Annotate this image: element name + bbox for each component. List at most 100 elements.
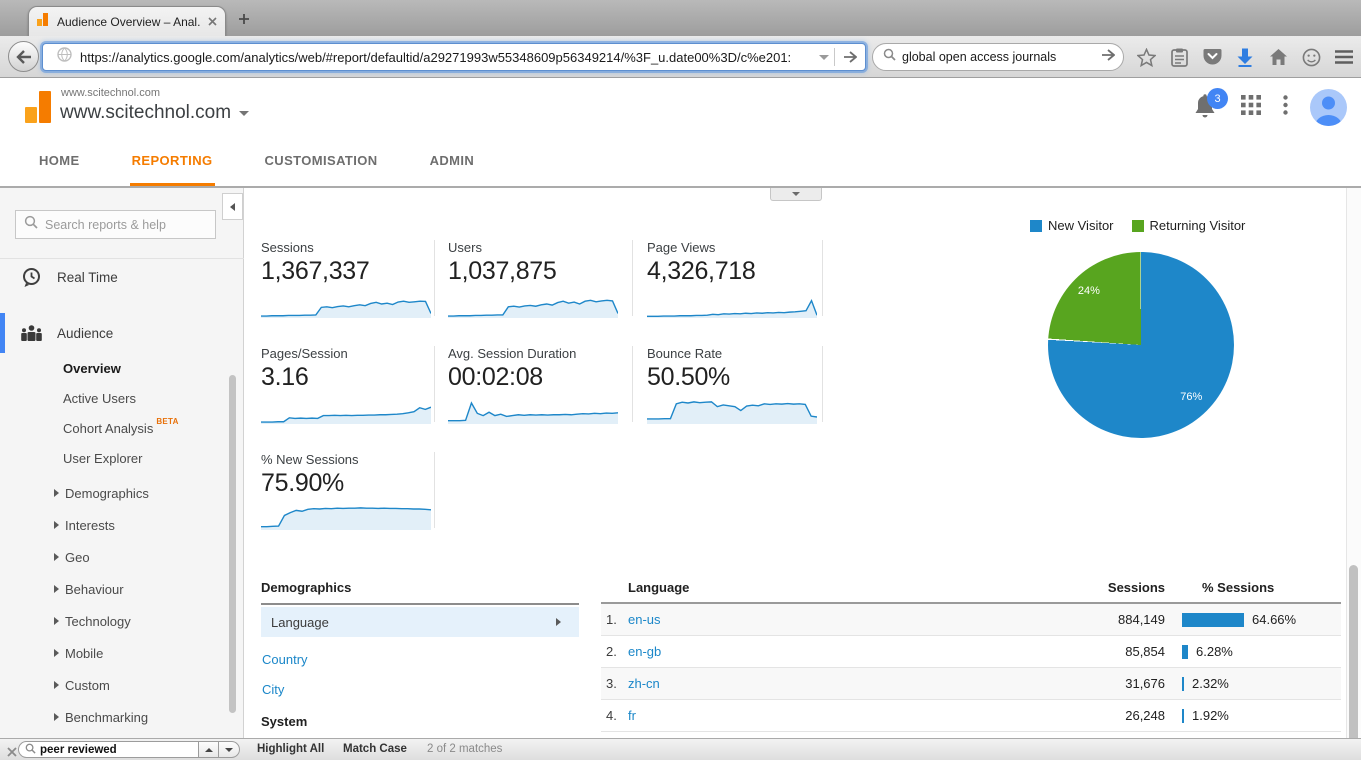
metric-card-bounce-rate[interactable]: Bounce Rate 50.50% bbox=[633, 346, 823, 424]
language-link[interactable]: zh-cn bbox=[628, 676, 1012, 691]
url-input[interactable] bbox=[80, 49, 814, 65]
notifications-button[interactable]: 3 bbox=[1193, 88, 1228, 120]
table-row[interactable]: 4. fr 26,248 1.92% bbox=[601, 700, 1341, 732]
home-icon[interactable] bbox=[1267, 46, 1289, 68]
legend-item-returning-visitor[interactable]: Returning Visitor bbox=[1131, 218, 1246, 233]
highlight-all-button[interactable]: Highlight All bbox=[257, 743, 324, 755]
account-path: www.scitechnol.com bbox=[61, 87, 161, 99]
language-link[interactable]: fr bbox=[628, 708, 1012, 723]
metric-cards: Sessions 1,367,337 Users 1,037,875 Page View… bbox=[261, 240, 823, 558]
metric-value: 1,367,337 bbox=[261, 257, 370, 285]
visitor-type-pie-chart[interactable]: 76% 24% bbox=[1048, 252, 1234, 438]
legend-label: Returning Visitor bbox=[1149, 218, 1246, 233]
col-language[interactable]: Language bbox=[601, 580, 985, 602]
sidebar-item-behaviour[interactable]: Behaviour bbox=[54, 573, 149, 605]
findbar-search-field[interactable] bbox=[18, 741, 198, 758]
metric-card-pages-session[interactable]: Pages/Session 3.16 bbox=[261, 346, 435, 424]
pocket-icon[interactable] bbox=[1201, 46, 1223, 68]
sidebar-item-cohort-analysis[interactable]: Cohort Analysis BETA bbox=[63, 413, 179, 443]
pie-slice-label-new-visitor: 76% bbox=[1180, 391, 1203, 404]
sidebar-item-audience[interactable]: Audience bbox=[0, 313, 243, 353]
findbar-input[interactable] bbox=[40, 743, 170, 756]
match-case-button[interactable]: Match Case bbox=[343, 743, 407, 755]
window-scrollbar-track[interactable] bbox=[1346, 188, 1361, 760]
legend-swatch bbox=[1131, 219, 1144, 232]
language-link[interactable]: en-us bbox=[628, 612, 1012, 627]
sidebar-item-mobile[interactable]: Mobile bbox=[54, 637, 149, 669]
nav-tab-reporting[interactable]: REPORTING bbox=[129, 137, 215, 186]
metric-row: % New Sessions 75.90% bbox=[261, 452, 823, 530]
property-name: www.scitechnol.com bbox=[60, 102, 232, 123]
metric-card-users[interactable]: Users 1,037,875 bbox=[435, 240, 633, 318]
chart-collapse-tab[interactable] bbox=[770, 188, 822, 201]
search-go-icon[interactable] bbox=[1101, 48, 1116, 66]
language-link[interactable]: en-gb bbox=[628, 644, 1012, 659]
sidebar-item-benchmarking[interactable]: Benchmarking bbox=[54, 701, 149, 733]
nav-tab-customisation[interactable]: CUSTOMISATION bbox=[263, 137, 380, 186]
sidebar-item-active-users[interactable]: Active Users bbox=[63, 383, 179, 413]
metric-card-page-views[interactable]: Page Views 4,326,718 bbox=[633, 240, 823, 318]
nav-tab-admin[interactable]: ADMIN bbox=[428, 137, 477, 186]
legend-item-new-visitor[interactable]: New Visitor bbox=[1030, 218, 1114, 233]
bookmarks-list-icon[interactable] bbox=[1168, 46, 1190, 68]
bookmark-star-icon[interactable] bbox=[1135, 46, 1157, 68]
sidebar-item-custom[interactable]: Custom bbox=[54, 669, 149, 701]
chevron-down-icon bbox=[792, 192, 800, 196]
sessions-value: 26,248 bbox=[1125, 708, 1165, 723]
pct-sessions-cell: 6.28% bbox=[1165, 644, 1341, 659]
sidebar-item-technology[interactable]: Technology bbox=[54, 605, 149, 637]
table-row[interactable]: 1. en-us 884,149 64.66% bbox=[601, 604, 1341, 636]
find-previous-button[interactable] bbox=[198, 741, 219, 758]
expand-arrow-icon bbox=[54, 649, 59, 657]
metric-label: Sessions bbox=[261, 240, 314, 255]
google-apps-grid-icon[interactable] bbox=[1241, 94, 1261, 120]
metric-card--new-sessions[interactable]: % New Sessions 75.90% bbox=[261, 452, 435, 530]
browser-tab-bar: Audience Overview – Anal... bbox=[0, 0, 1361, 36]
findbar-close-icon[interactable] bbox=[7, 744, 17, 760]
dimension-link-city[interactable]: City bbox=[261, 682, 579, 697]
dimension-row-language[interactable]: Language bbox=[261, 607, 579, 637]
sidebar-item-demographics[interactable]: Demographics bbox=[54, 477, 149, 509]
sidebar-collapse-button[interactable] bbox=[222, 193, 243, 220]
browser-tab[interactable]: Audience Overview – Anal... bbox=[28, 6, 226, 36]
metric-card-sessions[interactable]: Sessions 1,367,337 bbox=[261, 240, 435, 318]
find-next-button[interactable] bbox=[219, 741, 240, 758]
back-button[interactable] bbox=[8, 41, 39, 72]
sidebar-item-interests[interactable]: Interests bbox=[54, 509, 149, 541]
sidebar-search-box[interactable] bbox=[15, 210, 216, 239]
user-avatar[interactable] bbox=[1310, 88, 1347, 126]
window-scrollbar-thumb[interactable] bbox=[1349, 565, 1358, 760]
menu-hamburger-icon[interactable] bbox=[1333, 46, 1355, 68]
metric-label: % New Sessions bbox=[261, 452, 359, 467]
table-row[interactable]: 3. zh-cn 31,676 2.32% bbox=[601, 668, 1341, 700]
sidebar-item-geo[interactable]: Geo bbox=[54, 541, 149, 573]
nav-tab-home[interactable]: HOME bbox=[37, 137, 82, 186]
dimension-link-country[interactable]: Country bbox=[261, 652, 579, 667]
downloads-icon[interactable] bbox=[1234, 46, 1256, 68]
sidebar-item-overview[interactable]: Overview bbox=[63, 353, 179, 383]
sidebar-scrollbar[interactable] bbox=[229, 375, 236, 713]
hello-chat-icon[interactable] bbox=[1300, 46, 1322, 68]
go-button[interactable] bbox=[835, 51, 865, 63]
url-dropdown-icon[interactable] bbox=[814, 54, 834, 60]
expand-arrow-icon bbox=[54, 713, 59, 721]
url-bar[interactable] bbox=[42, 43, 866, 71]
browser-toolbar bbox=[0, 36, 1361, 78]
property-selector[interactable]: www.scitechnol.com bbox=[60, 102, 250, 124]
sidebar-item-label: Interests bbox=[65, 517, 115, 533]
browser-search-input[interactable] bbox=[902, 50, 1101, 64]
col-pct-sessions[interactable]: % Sessions bbox=[1165, 580, 1341, 602]
more-options-kebab-icon[interactable] bbox=[1283, 94, 1288, 120]
col-sessions[interactable]: Sessions bbox=[985, 580, 1165, 602]
sidebar-item-label: Benchmarking bbox=[65, 709, 149, 725]
site-identity-globe-icon[interactable] bbox=[57, 47, 72, 67]
table-row[interactable]: 2. en-gb 85,854 6.28% bbox=[601, 636, 1341, 668]
new-tab-button[interactable] bbox=[238, 13, 250, 25]
sidebar-item-user-explorer[interactable]: User Explorer bbox=[63, 443, 179, 473]
metric-card-avg-session-duration[interactable]: Avg. Session Duration 00:02:08 bbox=[435, 346, 633, 424]
sidebar-search-input[interactable] bbox=[45, 217, 205, 232]
browser-search-bar[interactable] bbox=[872, 43, 1124, 71]
analytics-logo-icon[interactable] bbox=[25, 91, 52, 129]
sidebar-item-real-time[interactable]: Real Time bbox=[0, 257, 243, 297]
tab-close-icon[interactable] bbox=[208, 17, 217, 26]
